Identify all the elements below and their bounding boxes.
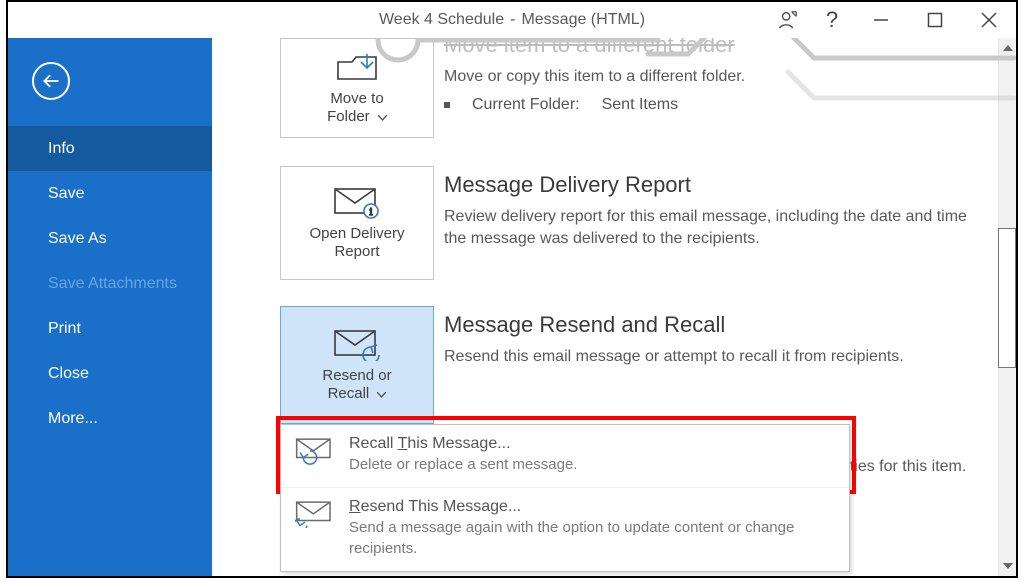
menu-item-resend[interactable]: Resend This Message... Send a message ag…	[281, 487, 849, 571]
report-section-body: Review delivery report for this email me…	[444, 206, 974, 251]
menu-item-title: Resend This Message...	[349, 498, 835, 516]
sidebar-item-saveas[interactable]: Save As	[8, 216, 212, 261]
chevron-down-icon	[377, 385, 386, 403]
open-delivery-report-tile[interactable]: i Open Delivery Report	[280, 166, 434, 280]
current-folder-value: Sent Items	[602, 96, 678, 114]
envelope-recall-icon	[295, 435, 335, 465]
title-sep: -	[510, 11, 515, 29]
recall-section-body: Resend this email message or attempt to …	[444, 346, 994, 368]
maximize-button[interactable]	[908, 2, 962, 38]
back-button[interactable]	[32, 62, 70, 100]
resend-recall-menu: Recall This Message... Delete or replace…	[280, 424, 850, 572]
svg-text:i: i	[370, 207, 373, 218]
user-icon[interactable]	[766, 2, 810, 38]
title-bar: Week 4 Schedule - Message (HTML) ?	[8, 2, 1016, 38]
scroll-notch	[998, 228, 1016, 368]
title-kind: Message (HTML)	[521, 11, 645, 29]
report-section-head: Message Delivery Report	[444, 172, 691, 198]
menu-item-title: Recall This Message...	[349, 435, 835, 453]
sidebar-item-info[interactable]: Info	[8, 126, 212, 171]
menu-item-recall[interactable]: Recall This Message... Delete or replace…	[281, 425, 849, 487]
title-document: Week 4 Schedule	[379, 11, 504, 29]
backstage-main: Move to Folder Move item to a different …	[212, 38, 1016, 576]
close-button[interactable]	[962, 2, 1016, 38]
sidebar-item-save-attachments: Save Attachments	[8, 261, 212, 306]
tile-label: Move to Folder	[327, 90, 387, 126]
move-section-head: Move item to a different folder	[444, 38, 735, 58]
scroll-up-arrow[interactable]	[999, 38, 1017, 58]
menu-item-desc: Delete or replace a sent message.	[349, 455, 835, 475]
sidebar-item-more[interactable]: More...	[8, 396, 212, 441]
envelope-resend-icon	[295, 498, 335, 528]
recall-section-head: Message Resend and Recall	[444, 312, 725, 338]
menu-item-desc: Send a message again with the option to …	[349, 518, 835, 559]
move-to-folder-tile[interactable]: Move to Folder	[280, 38, 434, 138]
envelope-info-icon: i	[333, 185, 381, 219]
help-button[interactable]: ?	[810, 2, 854, 38]
resend-or-recall-tile[interactable]: Resend or Recall	[280, 306, 434, 424]
envelope-recall-icon	[333, 327, 381, 361]
current-folder-label: Current Folder:	[472, 96, 580, 114]
vertical-scrollbar[interactable]	[998, 38, 1016, 576]
tile-label: Resend or Recall	[322, 367, 391, 403]
bullet-icon	[444, 102, 450, 108]
scroll-down-arrow[interactable]	[999, 556, 1017, 576]
sidebar-item-print[interactable]: Print	[8, 306, 212, 351]
chevron-down-icon	[378, 108, 387, 126]
sidebar-item-save[interactable]: Save	[8, 171, 212, 216]
backstage-sidebar: Info Save Save As Save Attachments Print…	[8, 38, 212, 576]
minimize-button[interactable]	[854, 2, 908, 38]
tile-label: Open Delivery Report	[309, 225, 404, 261]
sidebar-item-close[interactable]: Close	[8, 351, 212, 396]
move-section-body: Move or copy this item to a different fo…	[444, 66, 745, 88]
folder-move-icon	[335, 50, 379, 84]
